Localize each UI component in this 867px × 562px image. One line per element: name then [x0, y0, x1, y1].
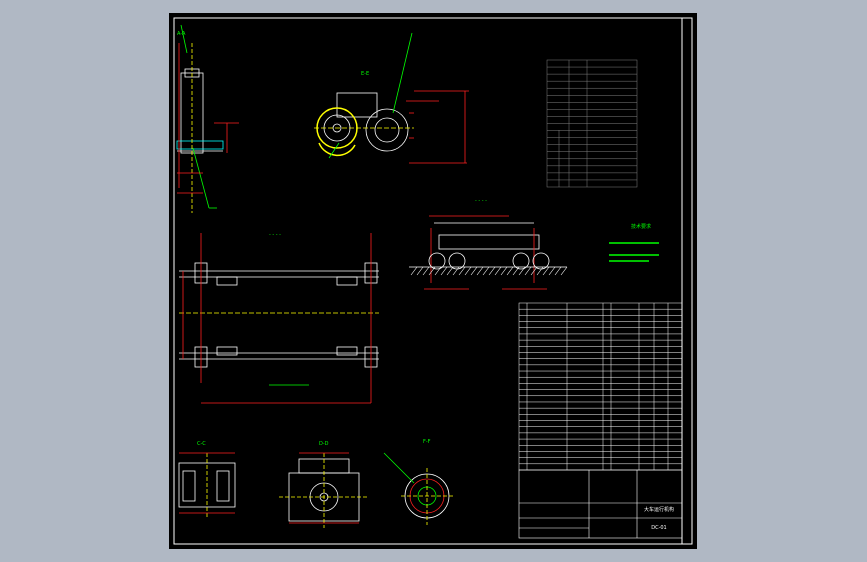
section-label-a: A-A — [177, 31, 186, 37]
cad-drawing: A-A E-E - - - - 技术要求 - - - - C-C D-D F-F… — [173, 17, 693, 545]
ground-hatch-line — [410, 266, 418, 276]
ground-hatch-line — [464, 266, 472, 276]
parameter-table — [546, 59, 638, 188]
drawing-frame — [173, 17, 693, 545]
section-label-e: E-E — [361, 71, 369, 77]
plan-view: - - - - — [179, 232, 379, 404]
ground-hatch-line — [422, 266, 430, 276]
title-block: 大车运行机构 DC-01 — [518, 469, 683, 539]
cad-viewport[interactable]: A-A E-E - - - - 技术要求 - - - - C-C D-D F-F… — [0, 0, 867, 562]
ground-hatch-line — [428, 266, 436, 276]
ground-hatch-line — [554, 266, 562, 276]
ground-hatch-line — [416, 266, 424, 276]
section-label-f: F-F — [423, 439, 431, 445]
ground-hatch-line — [488, 266, 496, 276]
rail-view-title: - - - - — [475, 198, 487, 204]
section-view-c: C-C — [178, 441, 236, 518]
section-label-d: D-D — [319, 441, 329, 447]
ground-hatch-line — [500, 266, 508, 276]
section-label-c: C-C — [197, 441, 206, 447]
ground-hatch-line — [494, 266, 502, 276]
technical-notes: 技术要求 — [609, 223, 659, 262]
ground-hatch-line — [512, 266, 520, 276]
section-view-d: D-D — [279, 441, 369, 528]
section-view-f: F-F — [383, 439, 453, 525]
ground-hatch-line — [518, 266, 526, 276]
ground-hatch-line — [560, 266, 568, 276]
ground-hatch-line — [470, 266, 478, 276]
plan-view-title: - - - - — [269, 232, 281, 238]
title-block-title: 大车运行机构 — [644, 506, 674, 513]
ground-hatch-line — [440, 266, 448, 276]
ground-hatch-line — [482, 266, 490, 276]
ground-hatch-line — [446, 266, 454, 276]
bill-of-materials — [518, 302, 683, 471]
ground-hatch-line — [434, 266, 442, 276]
ground-hatch-line — [548, 266, 556, 276]
title-block-drawing-no: DC-01 — [651, 525, 667, 531]
drawing-sheet: A-A E-E - - - - 技术要求 - - - - C-C D-D F-F… — [169, 13, 697, 549]
rail-installation-view: - - - - — [409, 198, 567, 290]
ground-hatch-line — [506, 266, 514, 276]
ground-hatch-line — [524, 266, 532, 276]
wheel-view-top: E-E — [314, 32, 469, 164]
notes-heading: 技术要求 — [631, 223, 651, 230]
ground-hatch-line — [476, 266, 484, 276]
side-view-top-left: A-A — [176, 24, 239, 213]
